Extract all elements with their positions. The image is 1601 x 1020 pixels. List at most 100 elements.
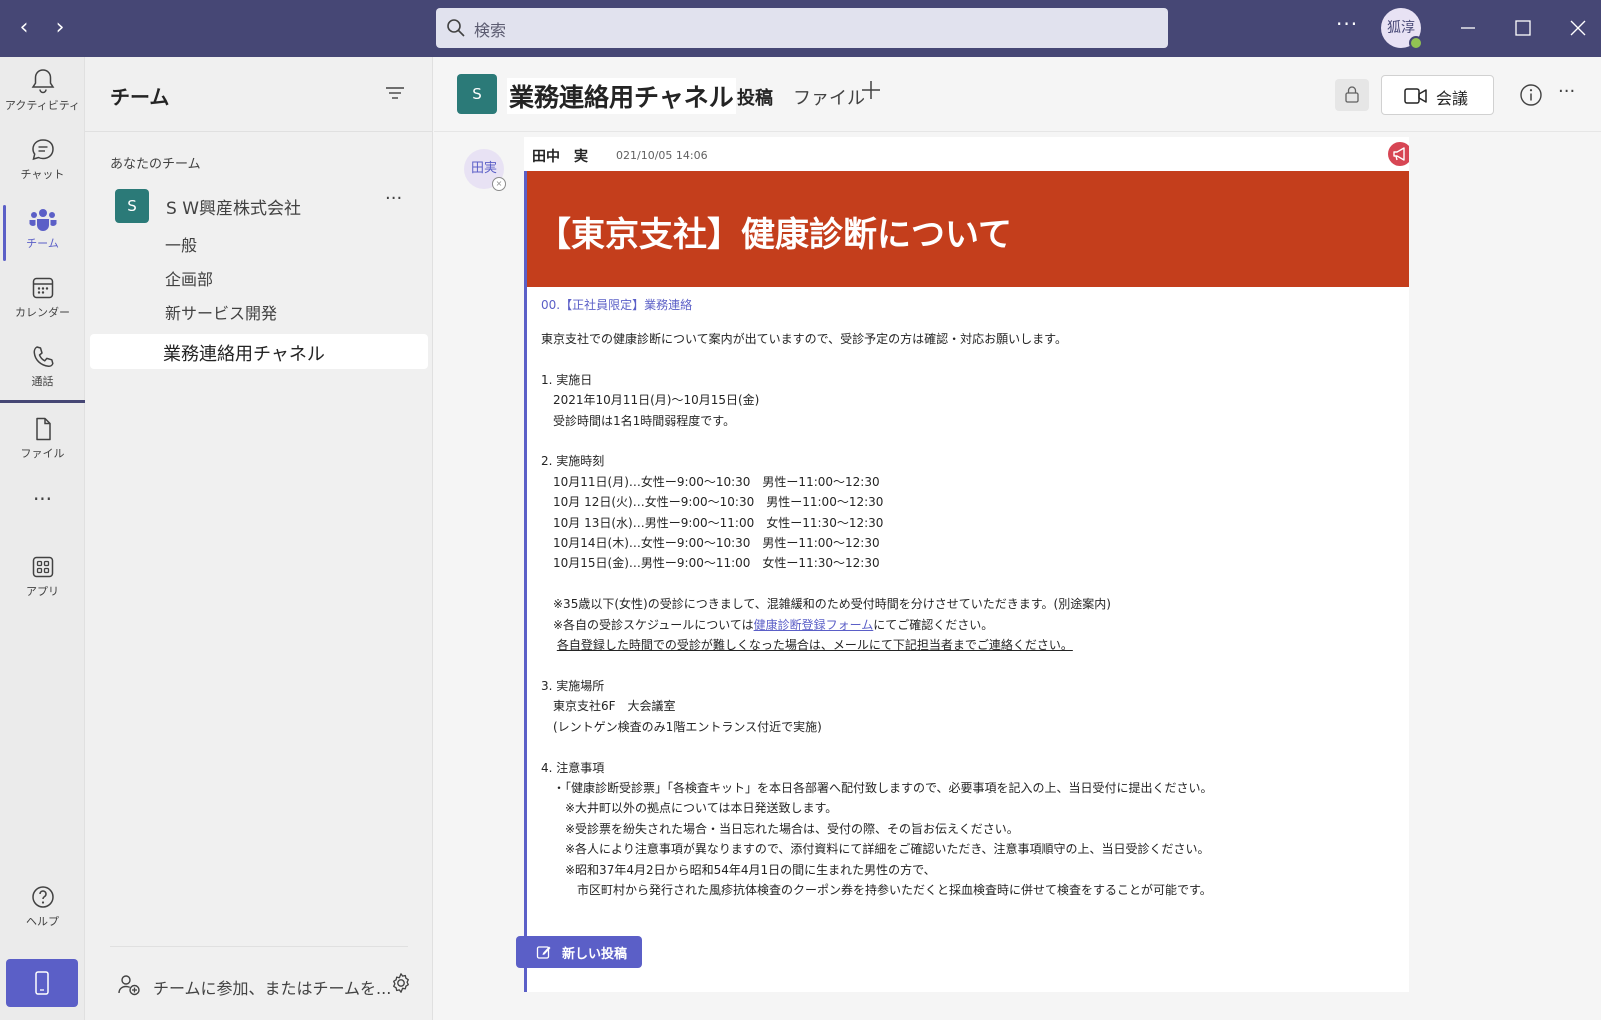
section-label-your-teams: あなたのチーム <box>110 157 201 172</box>
channel-more-options-icon[interactable]: ··· <box>1558 81 1575 102</box>
rail-label: アプリ <box>26 585 59 598</box>
health-check-form-link[interactable]: 健康診断登録フォーム <box>754 618 874 632</box>
body-line: (レントゲン検査のみ1階エントランス付近で実施) <box>541 719 822 734</box>
join-label: チームに参加、またはチームを... <box>153 979 392 998</box>
divider <box>110 946 408 947</box>
rail-label: チャット <box>20 168 65 181</box>
lock-icon[interactable] <box>1335 79 1369 111</box>
post-author[interactable]: 田中 実 <box>532 146 588 166</box>
body-line: 10月 12日(火)…女性ー9:00〜10:30 男性ー11:00〜12:30 <box>541 495 884 510</box>
avatar-initials: 田実 <box>470 161 497 176</box>
info-icon[interactable] <box>1519 83 1543 107</box>
channel-item[interactable]: 一般 <box>165 232 197 256</box>
teams-icon <box>29 209 56 231</box>
team-more-options-icon[interactable]: ··· <box>385 188 402 209</box>
body-line: 2021年10月11日(月)〜10月15日(金) <box>541 393 760 408</box>
rail-label: カレンダー <box>15 306 70 319</box>
announcement-title: 【東京支社】健康診断について <box>537 215 1012 255</box>
body-line: 受診時間は1名1時間弱程度です。 <box>541 413 736 428</box>
body-line: 1. 実施日 <box>541 372 593 387</box>
body-line: ※35歳以下(女性)の受診につきまして、混雑緩和のため受付時間を分けさせていただ… <box>541 597 1111 612</box>
more-options-icon[interactable]: ··· <box>1336 12 1358 36</box>
video-camera-icon <box>1404 88 1427 104</box>
channel-item[interactable]: 企画部 <box>165 266 213 290</box>
rail-label: ファイル <box>20 447 65 460</box>
team-name: S W興産株式会社 <box>166 199 302 219</box>
rail-calls[interactable]: 通話 <box>0 333 85 401</box>
maximize-icon[interactable] <box>1507 12 1539 44</box>
user-initials: 狐淳 <box>1387 20 1415 36</box>
rail-teams[interactable]: チーム <box>0 195 85 263</box>
rail-activity[interactable]: アクティビティ <box>0 57 85 125</box>
body-line: ・「健康診断受診票」「各検査キット」を本日各部署へ配付致しますので、必要事項を記… <box>541 780 1213 795</box>
bell-icon <box>31 69 54 94</box>
channel-item-active[interactable]: 業務連絡用チャネル <box>90 334 428 369</box>
body-line: ※受診票を紛失された場合・当日忘れた場合は、受付の際、その旨お伝えください。 <box>541 821 1019 836</box>
search-input[interactable]: 検索 <box>436 8 1168 48</box>
offline-status-icon: × <box>492 177 506 191</box>
new-post-button[interactable]: 新しい投稿 <box>516 936 642 968</box>
apps-icon <box>32 556 53 578</box>
body-line: ※昭和37年4月2日から昭和54年4月1日の間に生まれた男性の方で、 <box>541 862 936 877</box>
channel-item[interactable]: 新サービス開発 <box>165 300 277 324</box>
body-line: ※各人により注意事項が異なりますので、添付資料にて詳細をご確認いただき、注意事項… <box>541 842 1210 857</box>
phone-icon <box>33 346 54 367</box>
tab-files[interactable]: ファイル <box>793 84 865 110</box>
chat-icon <box>31 139 54 161</box>
announcement-icon <box>1388 142 1409 166</box>
team-item[interactable]: S S W興産株式会社 ··· <box>115 188 415 224</box>
body-line: 東京支社での健康診断について案内が出ていますので、受診予定の方は確認・対応お願い… <box>541 332 1067 346</box>
body-line: 市区町村から発行された風疹抗体検査のクーポン券を持参いただくと採血検査時に併せて… <box>541 882 1212 897</box>
join-or-create-team-button[interactable]: チームに参加、またはチームを... <box>117 973 391 998</box>
avatar[interactable]: 田実 × <box>464 149 506 191</box>
body-text: にてご確認ください。 <box>873 617 994 632</box>
rail-label: 通話 <box>31 375 54 388</box>
add-tab-icon[interactable] <box>860 79 882 101</box>
filter-icon[interactable] <box>385 85 405 101</box>
post-card: 田中 実 021/10/05 14:06 【東京支社】健康診断について 00.【… <box>524 137 1409 992</box>
body-line: 10月11日(月)…女性ー9:00〜10:30 男性ー11:00〜12:30 <box>541 474 880 489</box>
tab-posts[interactable]: 投稿 <box>737 84 773 110</box>
announcement-banner: 【東京支社】健康診断について <box>527 171 1409 287</box>
channel-view: S 業務連絡用チャネル 投稿 ファイル 会議 ··· 田実 × 田中 実 021… <box>434 57 1601 1020</box>
body-line: 2. 実施時刻 <box>541 454 605 469</box>
body-line: 3. 実施場所 <box>541 678 605 693</box>
post-timestamp: 021/10/05 14:06 <box>616 149 708 162</box>
title-bar: ‹ › 検索 ··· 狐淳 <box>0 0 1601 57</box>
body-line: ※大井町以外の拠点については本日発送致します。 <box>541 801 838 816</box>
new-post-label: 新しい投稿 <box>562 947 628 962</box>
body-line: 10月14日(木)…女性ー9:00〜10:30 男性ー11:00〜12:30 <box>541 536 880 551</box>
file-icon <box>35 417 51 441</box>
forward-arrow-icon[interactable]: › <box>46 14 74 42</box>
divider <box>85 131 433 132</box>
app-bar: アクティビティ チャット チーム カレンダー 通話 ファイル ··· アプリ ヘ… <box>0 57 85 1020</box>
mobile-device-icon <box>35 971 49 995</box>
teams-pane: チーム あなたのチーム S S W興産株式会社 ··· 一般 企画部 新サービス… <box>85 57 433 1020</box>
rail-calendar[interactable]: カレンダー <box>0 264 85 332</box>
meet-button[interactable]: 会議 <box>1381 75 1494 115</box>
back-arrow-icon[interactable]: ‹ <box>10 14 38 42</box>
body-line: 10月 13日(水)…男性ー9:00〜11:00 女性ー11:30〜12:30 <box>541 515 884 530</box>
channel-label: 業務連絡用チャネル <box>163 344 325 365</box>
rail-chat[interactable]: チャット <box>0 126 85 194</box>
minimize-icon[interactable] <box>1452 12 1484 44</box>
available-status-icon <box>1409 36 1423 50</box>
close-icon[interactable] <box>1562 12 1594 44</box>
gear-icon[interactable] <box>390 972 412 994</box>
body-text: 各自登録した時間での受診が難しくなった場合は、メールにて下記担当者までご連絡くだ… <box>556 638 1073 653</box>
rail-label: アクティビティ <box>4 99 81 112</box>
rail-apps[interactable]: アプリ <box>0 543 85 611</box>
rail-label: ヘルプ <box>26 915 59 928</box>
download-mobile-button[interactable] <box>6 959 78 1007</box>
rail-files[interactable]: ファイル <box>0 405 85 473</box>
channel-header: S 業務連絡用チャネル 投稿 ファイル 会議 ··· <box>434 57 1601 132</box>
rail-help[interactable]: ヘルプ <box>0 873 85 941</box>
teams-title: チーム <box>110 85 170 109</box>
help-icon <box>31 886 54 908</box>
calendar-icon <box>32 277 53 299</box>
user-avatar[interactable]: 狐淳 <box>1381 8 1423 50</box>
body-line: 4. 注意事項 <box>541 760 605 775</box>
more-apps-icon[interactable]: ··· <box>0 487 85 511</box>
body-line: 各自登録した時間での受診が難しくなった場合は、メールにて下記担当者までご連絡くだ… <box>541 635 1401 655</box>
body-line: 東京支社6F 大会議室 <box>541 699 676 714</box>
